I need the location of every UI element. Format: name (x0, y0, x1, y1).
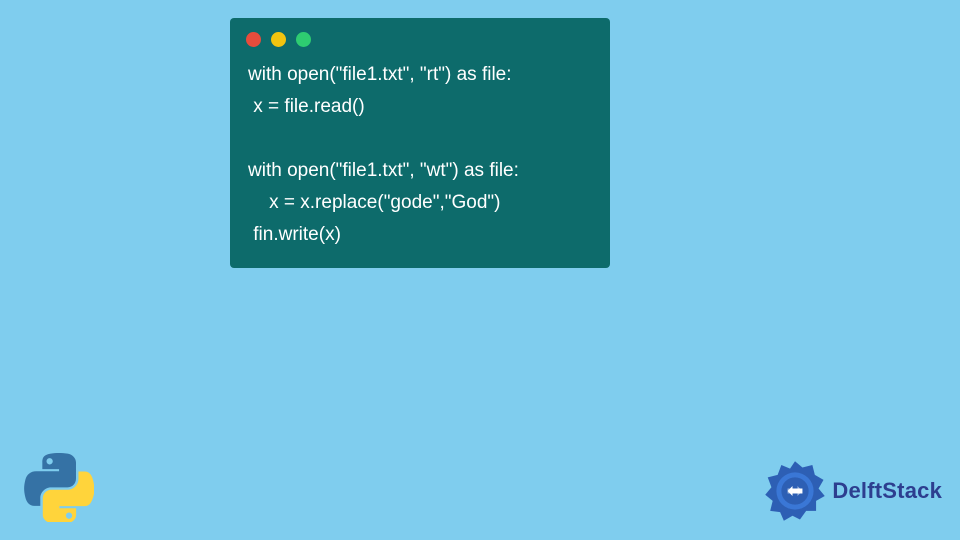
code-line (248, 128, 253, 149)
code-line: fin.write(x) (248, 224, 341, 245)
python-logo-icon (24, 452, 94, 522)
maximize-icon (296, 32, 311, 47)
delftstack-badge-icon (764, 460, 826, 522)
brand-logo: DelftStack (764, 460, 942, 522)
close-icon (246, 32, 261, 47)
code-window: with open("file1.txt", "rt") as file: x … (230, 18, 610, 268)
code-line: with open("file1.txt", "rt") as file: (248, 64, 512, 85)
code-line: x = x.replace("gode","God") (248, 192, 500, 213)
window-titlebar (230, 18, 610, 55)
brand-name: DelftStack (832, 478, 942, 504)
code-block: with open("file1.txt", "rt") as file: x … (230, 55, 610, 250)
minimize-icon (271, 32, 286, 47)
code-line: with open("file1.txt", "wt") as file: (248, 160, 519, 181)
code-line: x = file.read() (248, 96, 365, 117)
